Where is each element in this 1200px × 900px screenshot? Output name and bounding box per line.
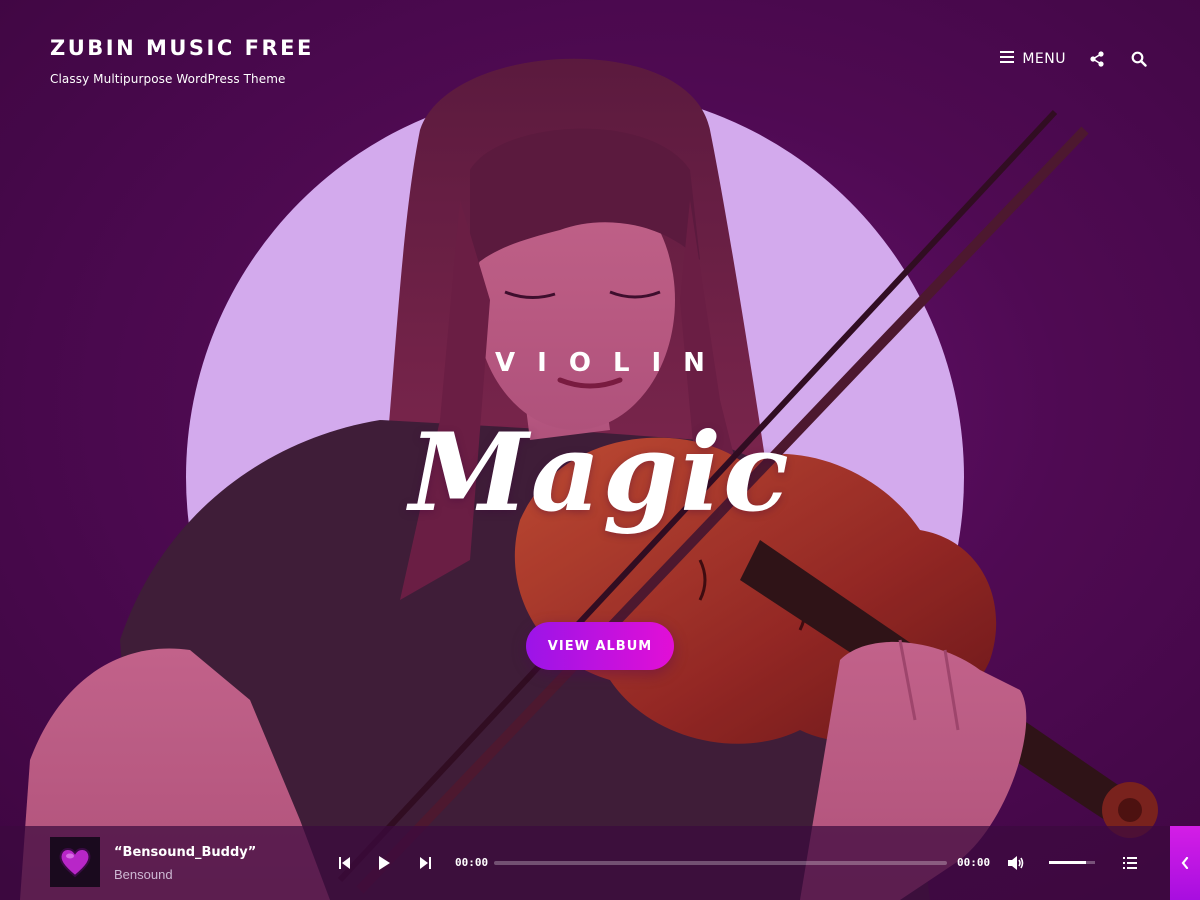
hero-kicker: VIOLIN xyxy=(495,348,727,378)
volume-slider[interactable] xyxy=(1049,861,1095,864)
menu-button[interactable]: MENU xyxy=(1000,51,1066,67)
audio-player: “Bensound_Buddy” Bensound 00:00 00:00 xyxy=(0,826,1170,900)
site-header: ZUBIN MUSIC FREE Classy Multipurpose Wor… xyxy=(50,36,314,86)
volume-slider-fill xyxy=(1049,861,1086,864)
duration: 00:00 xyxy=(957,856,991,869)
current-time: 00:00 xyxy=(455,856,489,869)
track-artist: Bensound xyxy=(114,867,173,882)
search-icon[interactable] xyxy=(1128,48,1150,70)
play-icon[interactable] xyxy=(374,853,394,873)
hero-headline: Magic xyxy=(409,410,791,536)
hamburger-icon xyxy=(1000,51,1015,67)
sidebar-toggle[interactable] xyxy=(1170,826,1200,900)
view-album-button[interactable]: VIEW ALBUM xyxy=(526,622,674,670)
album-cover xyxy=(50,837,100,887)
menu-label: MENU xyxy=(1022,51,1066,67)
previous-icon[interactable] xyxy=(335,853,355,873)
top-nav: MENU xyxy=(1000,48,1150,70)
site-tagline: Classy Multipurpose WordPress Theme xyxy=(50,72,286,86)
share-icon[interactable] xyxy=(1086,48,1108,70)
site-title[interactable]: ZUBIN MUSIC FREE xyxy=(50,36,314,60)
playlist-icon[interactable] xyxy=(1120,853,1140,873)
seek-bar[interactable] xyxy=(494,861,947,865)
heart-icon xyxy=(59,848,91,878)
track-title: “Bensound_Buddy” xyxy=(114,845,257,860)
next-icon[interactable] xyxy=(415,853,435,873)
chevron-left-icon xyxy=(1181,857,1189,869)
volume-icon[interactable] xyxy=(1006,853,1026,873)
